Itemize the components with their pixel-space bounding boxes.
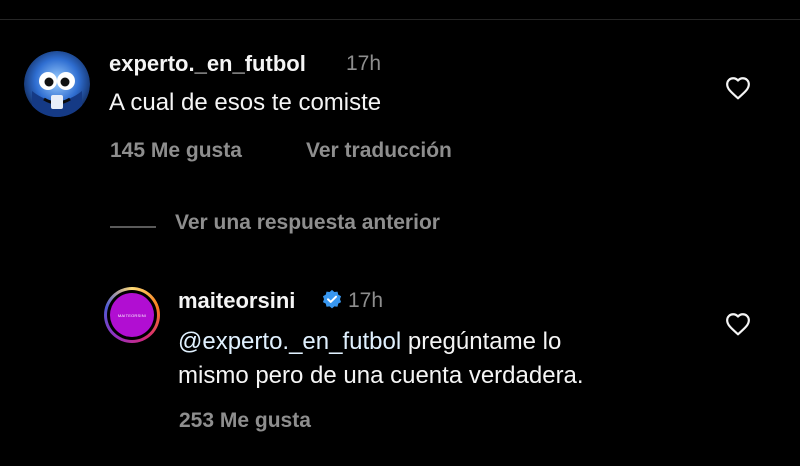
reply-text-segment: pregúntame lo: [401, 328, 562, 355]
comment-timestamp: 17h: [346, 52, 382, 75]
comment-likes-count[interactable]: 145 Me gusta: [110, 139, 242, 163]
top-divider: [0, 19, 800, 20]
heart-icon[interactable]: [725, 76, 751, 100]
reply-avatar-label: MAITEORSINI: [117, 312, 147, 318]
comment-text: A cual de esos te comiste: [109, 89, 382, 116]
mention-link[interactable]: @experto._en_futbol: [178, 328, 401, 355]
replies-divider-line: [110, 226, 156, 228]
verified-badge-icon: [322, 289, 342, 309]
reply-text-line-1: @experto._en_futbol pregúntame lo: [178, 325, 561, 358]
view-previous-reply-link[interactable]: Ver una respuesta anterior: [175, 211, 440, 235]
reply-likes-count[interactable]: 253 Me gusta: [179, 409, 311, 433]
translate-link[interactable]: Ver traducción: [306, 139, 452, 163]
reply-avatar[interactable]: MAITEORSINI: [104, 287, 160, 343]
avatar[interactable]: [24, 51, 90, 117]
reply-text-line-2: mismo pero de una cuenta verdadera.: [178, 362, 584, 389]
reply-timestamp: 17h: [348, 289, 384, 312]
comment-username[interactable]: experto._en_futbol: [109, 51, 306, 77]
reply-username[interactable]: maiteorsini: [178, 288, 295, 314]
heart-icon[interactable]: [725, 312, 751, 336]
